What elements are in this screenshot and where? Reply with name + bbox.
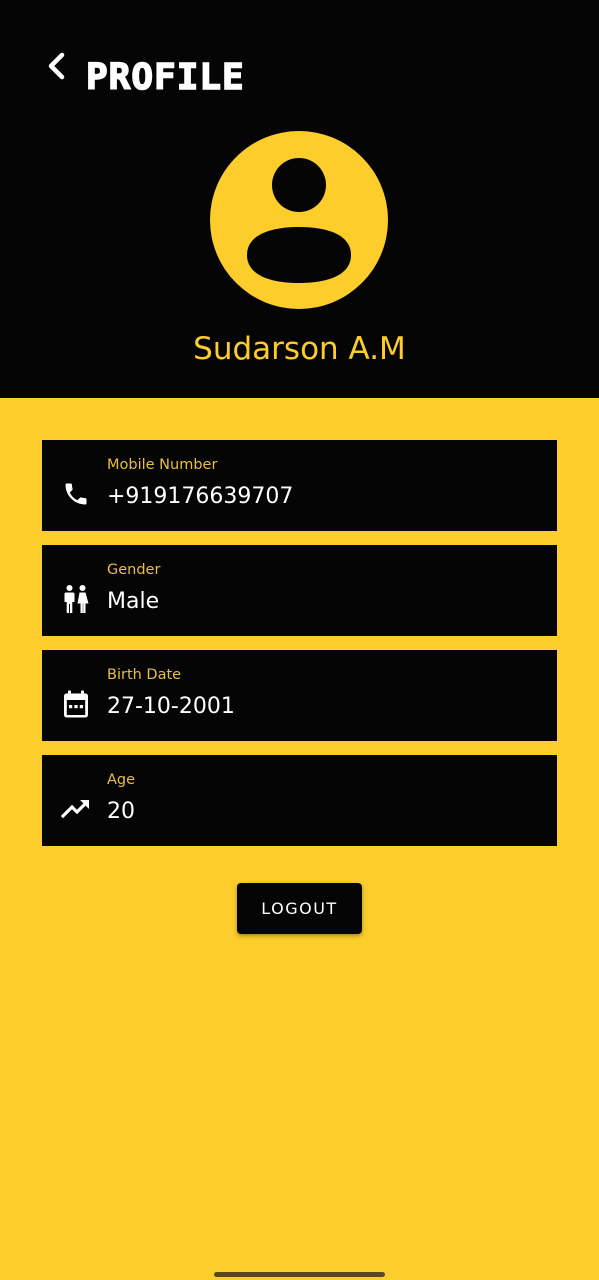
logout-button[interactable]: LOGOUT — [237, 883, 362, 934]
phone-icon-wrap — [60, 478, 92, 510]
chevron-left-icon — [48, 52, 65, 80]
phone-icon — [65, 483, 87, 505]
field-label: Gender — [107, 562, 161, 578]
avatar — [210, 131, 388, 309]
account-circle-icon — [247, 158, 351, 283]
field-value: 27-10-2001 — [107, 694, 235, 719]
trending-up-icon — [61, 799, 90, 819]
field-label: Birth Date — [107, 667, 182, 683]
home-indicator[interactable] — [214, 1272, 385, 1277]
gender-icon — [64, 585, 89, 613]
gender-card: Gender Male — [42, 545, 557, 636]
profile-header: PROFILE Sudarson A.M — [0, 0, 599, 398]
age-card: Age 20 — [42, 755, 557, 846]
page-title: PROFILE — [85, 56, 245, 99]
user-name: Sudarson A.M — [193, 331, 406, 367]
calendar-icon — [64, 690, 88, 718]
gender-icon-wrap — [60, 583, 92, 615]
birth-date-card: Birth Date 27-10-2001 — [42, 650, 557, 741]
field-value: Male — [107, 589, 160, 614]
field-value: 20 — [107, 799, 135, 824]
field-value: +919176639707 — [107, 484, 294, 509]
calendar-icon-wrap — [60, 688, 92, 720]
back-button[interactable] — [36, 44, 76, 88]
mobile-number-card: Mobile Number +919176639707 — [42, 440, 557, 531]
trending-up-icon-wrap — [60, 793, 92, 825]
field-label: Age — [107, 772, 136, 788]
field-label: Mobile Number — [107, 457, 218, 473]
